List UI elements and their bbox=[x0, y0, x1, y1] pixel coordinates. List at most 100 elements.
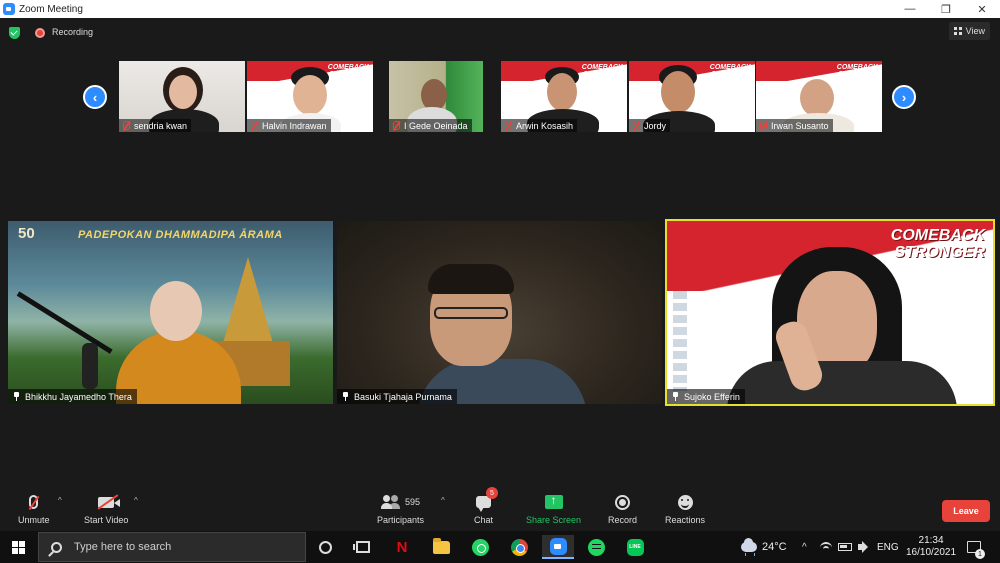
participant-thumbnail[interactable]: COMEBACK STRONGER Halvin Indrawan bbox=[247, 61, 373, 132]
participant-name: Jordy bbox=[644, 120, 667, 131]
network-button[interactable] bbox=[820, 531, 832, 563]
audio-options-caret[interactable]: ^ bbox=[58, 496, 62, 505]
pin-icon bbox=[13, 392, 20, 401]
participant-name: Irwan Susanto bbox=[771, 120, 829, 131]
banner-line-1: COMEBACK bbox=[890, 227, 985, 244]
chrome-icon bbox=[510, 538, 528, 556]
zoom-logo-icon bbox=[3, 3, 15, 15]
language-label: ENG bbox=[877, 541, 899, 553]
clock-date: 16/10/2021 bbox=[906, 547, 957, 558]
battery-icon bbox=[838, 543, 852, 551]
participant-name-bar: Halvin Indrawan bbox=[247, 119, 331, 132]
participant-name: Sujoko Efferin bbox=[684, 391, 740, 402]
video-off-icon bbox=[98, 496, 121, 508]
participant-name: I Gede Oeinada bbox=[404, 120, 468, 131]
participant-thumbnail[interactable]: COMEBACK STRONGER Arwin Kosasih bbox=[501, 61, 627, 132]
muted-mic-icon bbox=[393, 121, 400, 130]
microphone-arm-shape bbox=[16, 291, 113, 354]
participant-name-bar: I Gede Oeinada bbox=[389, 119, 472, 132]
windows-start-icon[interactable] bbox=[12, 541, 25, 554]
show-hidden-icons-button[interactable]: ^ bbox=[802, 531, 807, 563]
participants-label: Participants bbox=[377, 515, 425, 525]
participants-button[interactable]: 595 Participants bbox=[377, 492, 424, 525]
video-tile-basuki[interactable]: Basuki Tjahaja Purnama bbox=[337, 221, 662, 404]
chevron-left-icon: ‹ bbox=[92, 89, 98, 105]
zoom-app-button[interactable] bbox=[542, 535, 574, 559]
video-tile-bhikkhu[interactable]: 50 PADEPOKAN DHAMMADIPA ĀRAMA Bhikkhu Ja… bbox=[8, 221, 333, 404]
line-icon: LINE bbox=[626, 538, 644, 556]
participant-name-bar: Basuki Tjahaja Purnama bbox=[337, 389, 457, 404]
taskbar-search-box[interactable] bbox=[38, 532, 306, 562]
file-explorer-button[interactable] bbox=[429, 535, 453, 559]
banner-line-2: STRONGER bbox=[894, 244, 985, 261]
volume-button[interactable] bbox=[858, 531, 863, 563]
whatsapp-icon bbox=[471, 538, 489, 556]
participant-thumbnail[interactable]: sendria kwan bbox=[119, 61, 245, 132]
banner-text: COMEBACK STRONGER bbox=[581, 64, 623, 78]
participant-thumbnail[interactable]: COMEBACK STRONGER Jordy bbox=[629, 61, 755, 132]
participant-face bbox=[293, 75, 327, 115]
spotify-app-button[interactable] bbox=[584, 535, 608, 559]
participant-thumbnail[interactable]: I Gede Oeinada bbox=[389, 61, 483, 132]
cortana-button[interactable] bbox=[313, 535, 337, 559]
participant-name-bar: sendria kwan bbox=[119, 119, 192, 132]
record-button[interactable]: Record bbox=[608, 492, 637, 525]
share-screen-button[interactable]: Share Screen bbox=[526, 492, 581, 525]
participant-thumbnail[interactable]: COMEBACK STRONGER Irwan Susanto bbox=[756, 61, 882, 132]
unmute-button[interactable]: Unmute bbox=[18, 492, 50, 525]
weather-widget[interactable]: 24°C bbox=[741, 531, 787, 563]
notifications-button[interactable]: 1 bbox=[967, 531, 985, 563]
cloud-rain-icon bbox=[741, 538, 757, 556]
view-button[interactable]: View bbox=[948, 22, 990, 40]
netflix-icon: N bbox=[396, 538, 408, 556]
video-options-caret[interactable]: ^ bbox=[134, 496, 138, 505]
notification-count: 1 bbox=[975, 549, 985, 559]
share-screen-icon bbox=[544, 493, 563, 509]
reactions-button[interactable]: Reactions bbox=[665, 492, 705, 525]
chrome-app-button[interactable] bbox=[507, 535, 531, 559]
muted-mic-icon bbox=[760, 121, 767, 130]
participant-glasses bbox=[434, 307, 508, 319]
minimize-button[interactable]: — bbox=[892, 0, 928, 18]
restore-button[interactable]: ❐ bbox=[928, 0, 964, 18]
unmute-label: Unmute bbox=[18, 515, 50, 525]
netflix-app-button[interactable]: N bbox=[390, 535, 414, 559]
video-tile-sujoko-active-speaker[interactable]: COMEBACK STRONGER Sujoko Efferin bbox=[665, 219, 995, 406]
clock-button[interactable]: 21:34 16/10/2021 bbox=[906, 531, 956, 563]
participants-count: 595 bbox=[405, 497, 421, 507]
battery-button[interactable] bbox=[838, 531, 852, 563]
muted-mic-icon bbox=[633, 121, 640, 130]
clock-time: 21:34 bbox=[918, 535, 944, 546]
participant-name: Bhikkhu Jayamedho Thera bbox=[25, 391, 132, 402]
microphone-shape bbox=[82, 343, 98, 389]
participant-face bbox=[661, 71, 695, 113]
language-button[interactable]: ENG bbox=[877, 531, 899, 563]
chat-label: Chat bbox=[474, 515, 494, 525]
view-label: View bbox=[965, 26, 985, 36]
chat-button[interactable]: 5 Chat bbox=[474, 487, 498, 525]
participant-name: Basuki Tjahaja Purnama bbox=[354, 391, 452, 402]
recording-label: Recording bbox=[52, 27, 94, 37]
wifi-icon bbox=[820, 542, 832, 552]
taskbar-search-input[interactable] bbox=[74, 541, 294, 553]
start-video-label: Start Video bbox=[84, 515, 129, 525]
close-button[interactable]: ✕ bbox=[964, 0, 1000, 18]
pin-icon bbox=[672, 392, 679, 401]
encryption-shield-icon[interactable] bbox=[9, 27, 20, 39]
previous-page-button[interactable]: ‹ bbox=[83, 85, 107, 109]
next-page-button[interactable]: › bbox=[892, 85, 916, 109]
banner-text: COMEBACK STRONGER bbox=[836, 64, 878, 78]
participant-name: sendria kwan bbox=[134, 120, 188, 131]
participant-face bbox=[547, 73, 577, 111]
chevron-up-icon: ^ bbox=[802, 541, 807, 553]
start-video-button[interactable]: Start Video bbox=[84, 492, 128, 525]
line-app-button[interactable]: LINE bbox=[623, 535, 647, 559]
muted-microphone-icon bbox=[29, 495, 39, 509]
leave-button[interactable]: Leave bbox=[942, 500, 990, 522]
participant-name: Arwin Kosasih bbox=[516, 120, 574, 131]
participants-options-caret[interactable]: ^ bbox=[441, 496, 445, 505]
task-view-button[interactable] bbox=[351, 535, 375, 559]
grid-view-icon bbox=[953, 27, 962, 35]
muted-mic-icon bbox=[505, 121, 512, 130]
whatsapp-app-button[interactable] bbox=[468, 535, 492, 559]
